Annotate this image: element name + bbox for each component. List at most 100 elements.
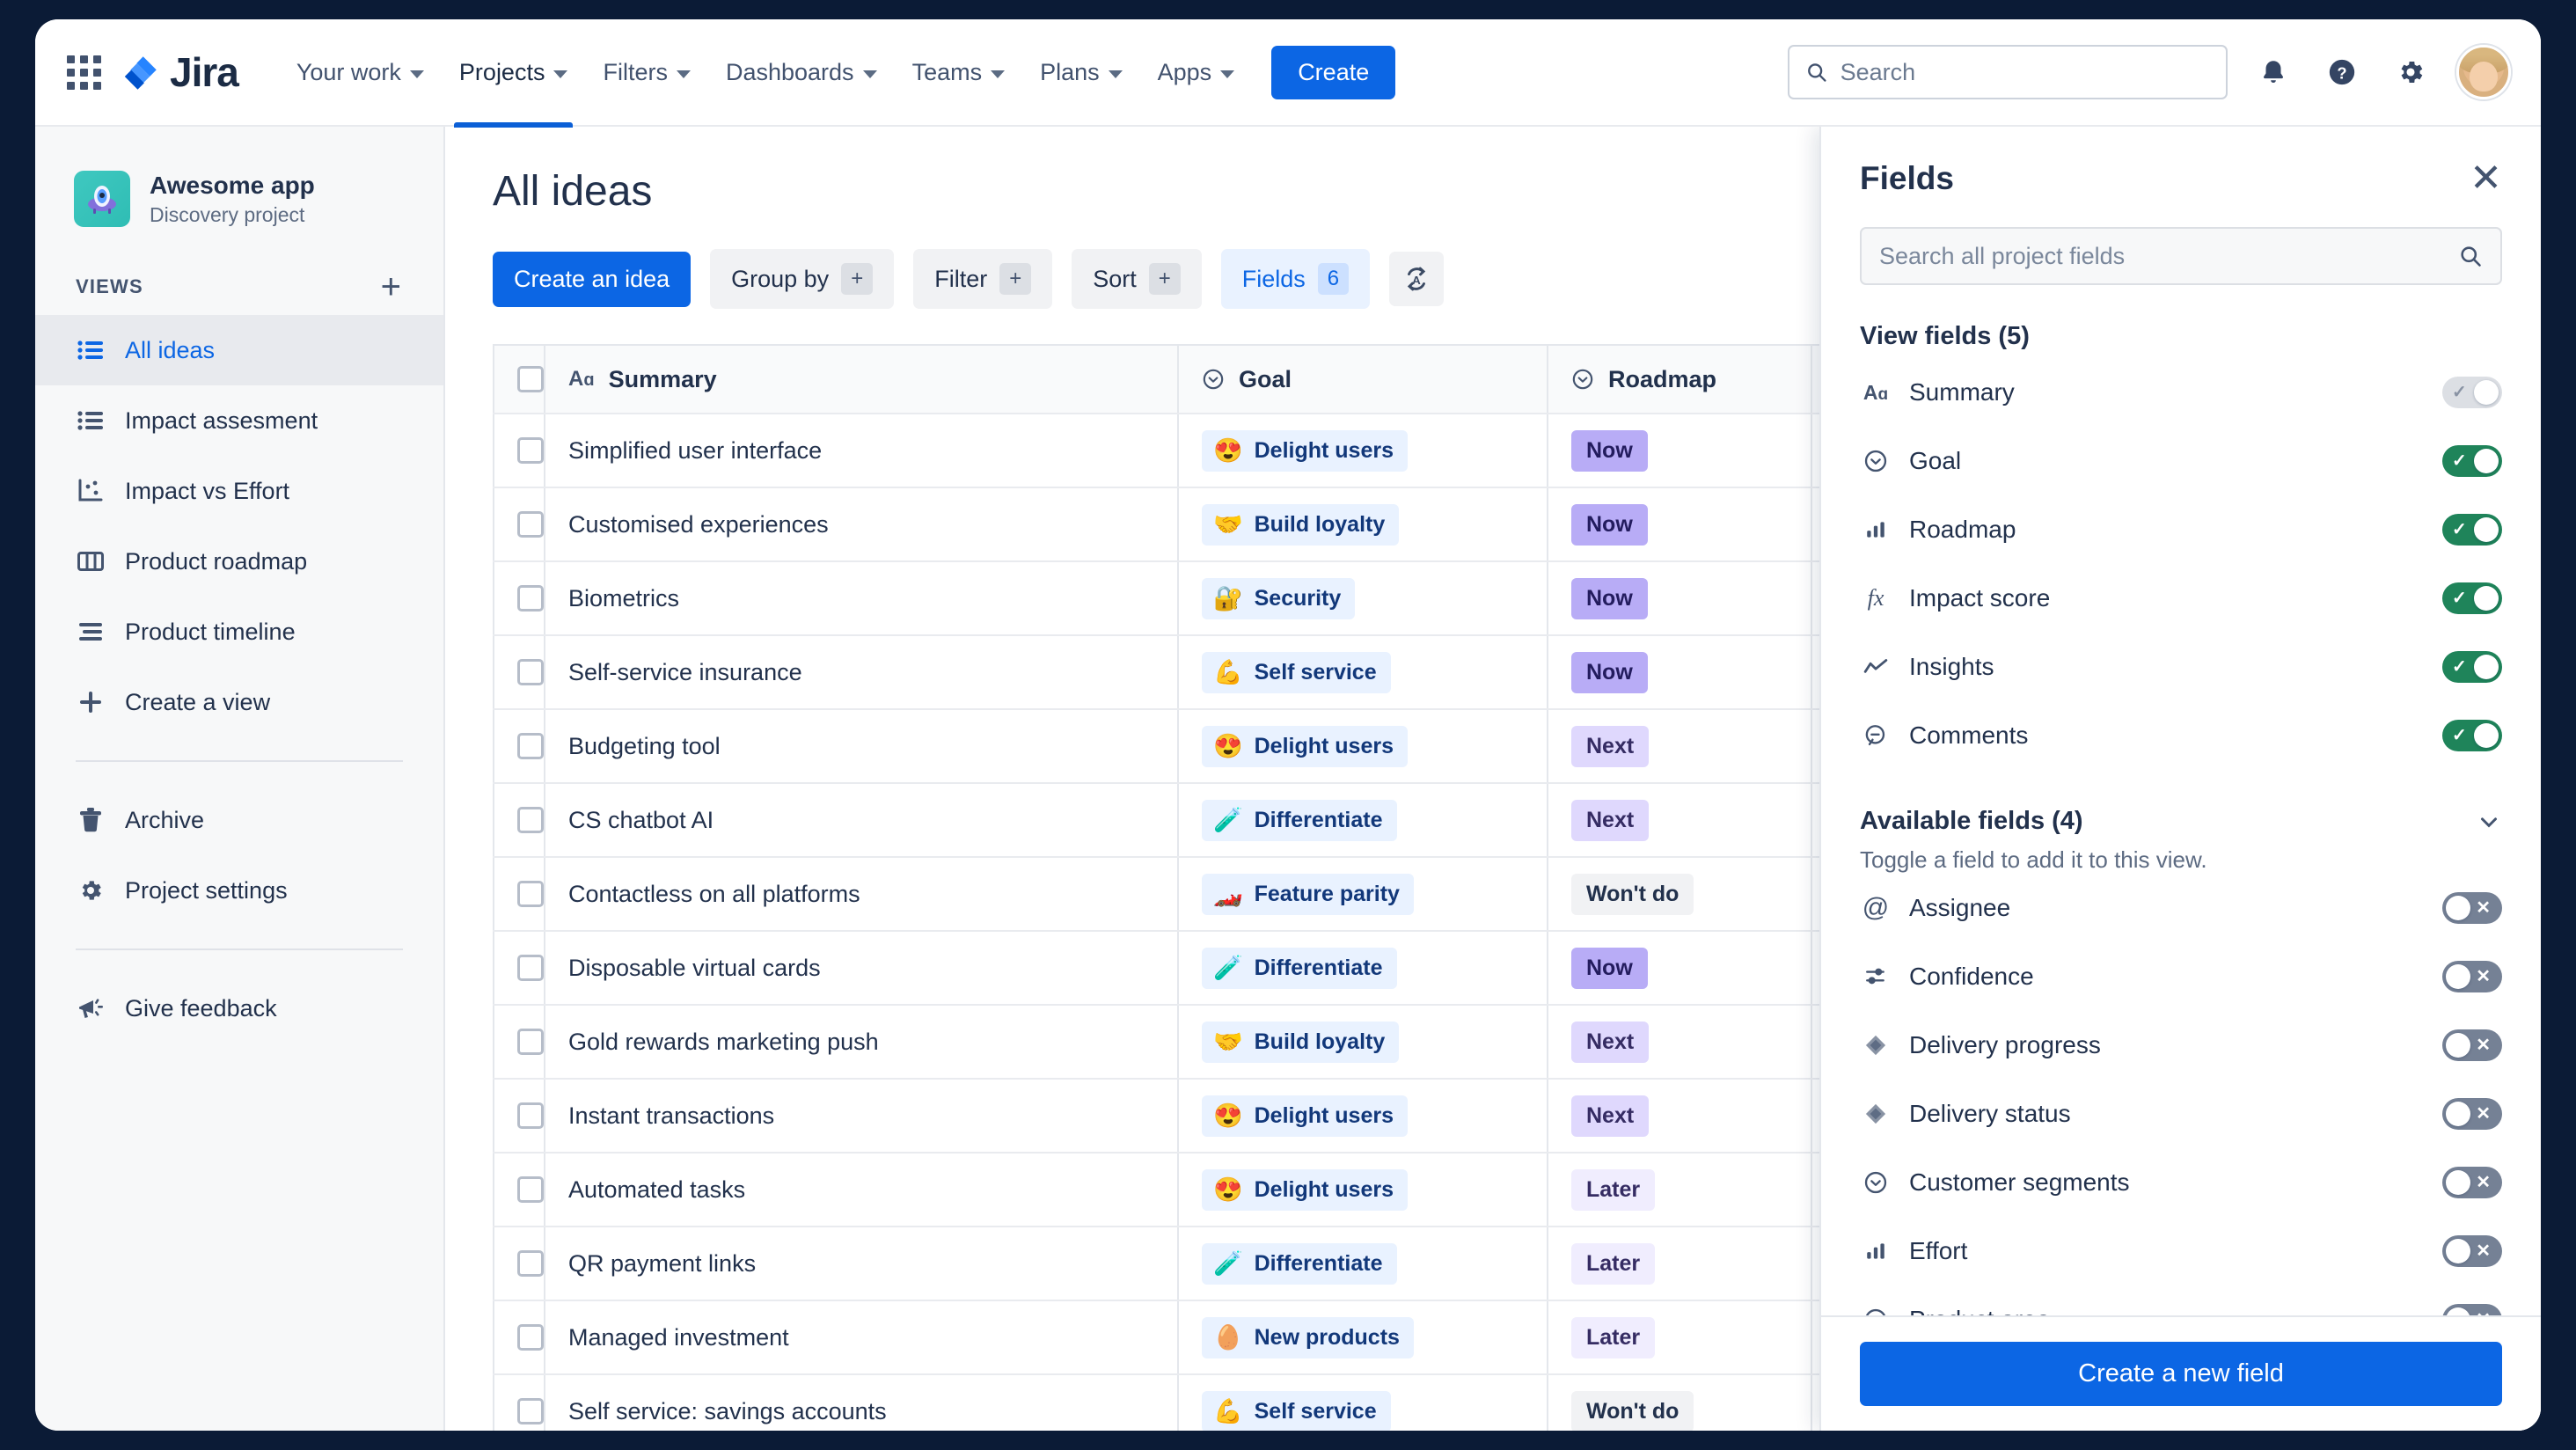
view-field-summary[interactable]: Aɑ Summary ✓ — [1860, 358, 2502, 427]
fields-button[interactable]: Fields 6 — [1220, 249, 1371, 309]
cell-goal[interactable]: 💪 Self service — [1178, 1374, 1548, 1431]
cell-roadmap[interactable]: Next — [1548, 1005, 1812, 1080]
row-checkbox[interactable] — [517, 437, 544, 464]
auto-update-icon[interactable]: A — [1389, 252, 1445, 306]
row-checkbox-cell[interactable] — [493, 1153, 545, 1227]
fields-panel-scroll[interactable]: View fields (5) Aɑ Summary ✓ Goal ✓ Roadmap ✓ f… — [1821, 285, 2541, 1315]
available-field-product-area[interactable]: Product area ✕ — [1860, 1285, 2502, 1315]
row-checkbox-cell[interactable] — [493, 1079, 545, 1153]
row-checkbox-cell[interactable] — [493, 1227, 545, 1301]
cell-goal[interactable]: 🤝 Build loyalty — [1178, 487, 1548, 562]
sidebar-item-impact-assesment[interactable]: Impact assesment — [35, 385, 443, 456]
cell-summary[interactable]: Disposable virtual cards — [545, 931, 1179, 1006]
row-checkbox[interactable] — [517, 1324, 544, 1351]
row-checkbox[interactable] — [517, 881, 544, 907]
cell-summary[interactable]: Contactless on all platforms — [545, 857, 1179, 932]
cell-summary[interactable]: Gold rewards marketing push — [545, 1005, 1179, 1080]
row-checkbox-cell[interactable] — [493, 635, 545, 710]
cell-goal[interactable]: 😍 Delight users — [1178, 1079, 1548, 1153]
global-search-input[interactable] — [1840, 58, 2210, 86]
row-checkbox[interactable] — [517, 585, 544, 611]
cell-goal[interactable]: 😍 Delight users — [1178, 414, 1548, 488]
table-row[interactable]: Automated tasks😍Delight usersLater56 — [493, 1153, 2041, 1227]
field-toggle[interactable]: ✓ — [2442, 582, 2502, 614]
field-toggle[interactable]: ✓ — [2442, 651, 2502, 683]
table-row[interactable]: Disposable virtual cards 🧪 Differentiate No… — [493, 931, 2041, 1006]
add-view-icon[interactable]: + — [376, 269, 406, 304]
cell-summary[interactable]: Instant transactions — [545, 1079, 1179, 1153]
cell-summary[interactable]: CS chatbot AI — [545, 783, 1179, 858]
column-header-summary[interactable]: Aɑ Summary — [545, 344, 1179, 414]
cell-goal[interactable]: 🧪 Differentiate — [1178, 783, 1548, 858]
row-checkbox[interactable] — [517, 1176, 544, 1203]
row-checkbox[interactable] — [517, 807, 544, 833]
row-checkbox-cell[interactable] — [493, 1300, 545, 1375]
filter-button[interactable]: Filter + — [913, 249, 1053, 309]
row-checkbox[interactable] — [517, 1250, 544, 1277]
cell-goal[interactable]: 🏎️ Feature parity — [1178, 857, 1548, 932]
table-row[interactable]: Managed investment🥚New productsLater36 — [493, 1300, 2041, 1375]
view-field-impact-score[interactable]: fx Impact score ✓ — [1860, 564, 2502, 633]
cell-summary[interactable]: Biometrics — [545, 561, 1179, 636]
cell-roadmap[interactable]: Later — [1548, 1153, 1812, 1227]
available-field-assignee[interactable]: @ Assignee ✕ — [1860, 874, 2502, 942]
cell-roadmap[interactable]: Now — [1548, 487, 1812, 562]
jira-logo[interactable]: Jira — [124, 48, 239, 96]
sidebar-item-all-ideas[interactable]: All ideas — [35, 315, 443, 385]
available-field-effort[interactable]: Effort ✕ — [1860, 1217, 2502, 1285]
row-checkbox[interactable] — [517, 955, 544, 981]
field-toggle[interactable]: ✕ — [2442, 1029, 2502, 1061]
table-row[interactable]: Simplified user interface 😍 Delight users N… — [493, 414, 2041, 488]
select-all-checkbox[interactable] — [517, 366, 544, 392]
cell-goal[interactable]: 😍 Delight users — [1178, 1153, 1548, 1227]
column-header-goal[interactable]: Goal — [1178, 344, 1548, 414]
create-an-idea-button[interactable]: Create an idea — [493, 251, 692, 307]
view-field-goal[interactable]: Goal ✓ — [1860, 427, 2502, 495]
cell-roadmap[interactable]: Next — [1548, 1079, 1812, 1153]
view-field-roadmap[interactable]: Roadmap ✓ — [1860, 495, 2502, 564]
view-field-comments[interactable]: Comments ✓ — [1860, 701, 2502, 770]
available-field-customer-segments[interactable]: Customer segments ✕ — [1860, 1148, 2502, 1217]
cell-goal[interactable]: 🥚 New products — [1178, 1300, 1548, 1375]
nav-item-apps[interactable]: Apps — [1140, 19, 1253, 126]
cell-summary[interactable]: QR payment links — [545, 1227, 1179, 1301]
table-row[interactable]: Gold rewards marketing push 🤝 Build loyalt… — [493, 1005, 2041, 1080]
settings-gear-icon[interactable] — [2388, 49, 2433, 95]
cell-summary[interactable]: Budgeting tool — [545, 709, 1179, 784]
global-search-box[interactable] — [1788, 45, 2228, 99]
field-toggle[interactable]: ✕ — [2442, 892, 2502, 924]
table-row[interactable]: Instant transactions😍Delight usersNext🎯7… — [493, 1079, 2041, 1153]
field-toggle[interactable]: ✕ — [2442, 1235, 2502, 1267]
row-checkbox[interactable] — [517, 1029, 544, 1055]
sidebar-item-give-feedback[interactable]: Give feedback — [35, 973, 443, 1044]
cell-roadmap[interactable]: Later — [1548, 1227, 1812, 1301]
field-toggle[interactable]: ✓ — [2442, 514, 2502, 546]
help-icon[interactable]: ? — [2319, 49, 2365, 95]
cell-summary[interactable]: Simplified user interface — [545, 414, 1179, 488]
cell-goal[interactable]: 🤝 Build loyalty — [1178, 1005, 1548, 1080]
sidebar-item-product-roadmap[interactable]: Product roadmap — [35, 526, 443, 597]
sidebar-item-impact-vs-effort[interactable]: Impact vs Effort — [35, 456, 443, 526]
cell-roadmap[interactable]: Now — [1548, 414, 1812, 488]
row-checkbox[interactable] — [517, 1102, 544, 1129]
table-row[interactable]: Biometrics🔐SecurityNow🚀80 — [493, 561, 2041, 636]
row-checkbox-cell[interactable] — [493, 931, 545, 1006]
available-field-confidence[interactable]: Confidence ✕ — [1860, 942, 2502, 1011]
cell-roadmap[interactable]: Now — [1548, 561, 1812, 636]
row-checkbox-cell[interactable] — [493, 857, 545, 932]
cell-summary[interactable]: Customised experiences — [545, 487, 1179, 562]
cell-goal[interactable]: 🧪 Differentiate — [1178, 1227, 1548, 1301]
cell-summary[interactable]: Self service: savings accounts — [545, 1374, 1179, 1431]
field-toggle[interactable]: ✕ — [2442, 1167, 2502, 1198]
row-checkbox[interactable] — [517, 659, 544, 685]
cell-goal[interactable]: 🔐 Security — [1178, 561, 1548, 636]
sidebar-item-product-timeline[interactable]: Product timeline — [35, 597, 443, 667]
cell-roadmap[interactable]: Next — [1548, 709, 1812, 784]
field-toggle[interactable]: ✕ — [2442, 1098, 2502, 1130]
notifications-icon[interactable] — [2250, 49, 2296, 95]
column-header-roadmap[interactable]: Roadmap — [1548, 344, 1812, 414]
close-icon[interactable]: ✕ — [2470, 158, 2502, 197]
table-row[interactable]: Contactless on all platforms 🏎️ Feature pa… — [493, 857, 2041, 932]
available-fields-section-header[interactable]: Available fields (4) — [1860, 807, 2502, 836]
app-switcher-icon[interactable] — [67, 55, 101, 90]
